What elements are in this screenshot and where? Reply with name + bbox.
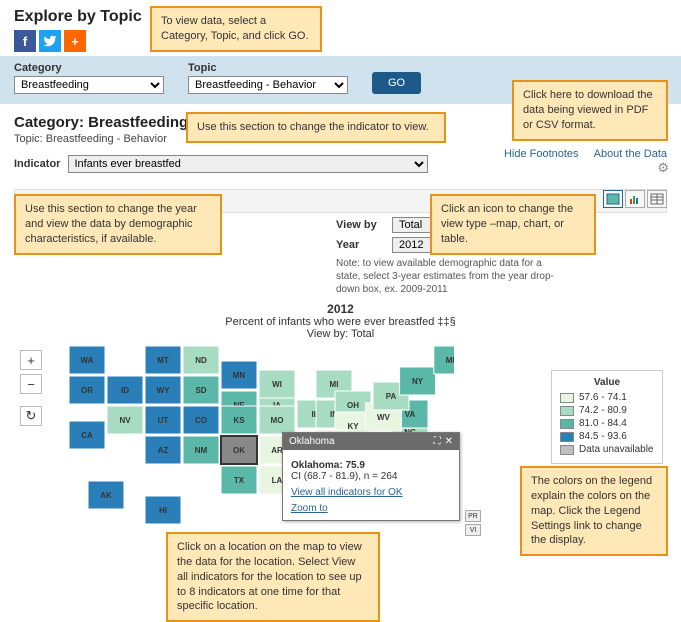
state-ok[interactable] [221, 436, 257, 464]
callout-location: Click on a location on the map to view t… [166, 532, 380, 622]
state-nm[interactable] [183, 436, 219, 464]
state-nd[interactable] [183, 346, 219, 374]
state-tx[interactable] [221, 466, 257, 494]
popup-zoom-link[interactable]: Zoom to [291, 503, 451, 514]
state-me[interactable] [434, 346, 454, 374]
year-label: Year [336, 239, 384, 251]
chart-main-title: Percent of infants who were ever breastf… [0, 316, 681, 328]
state-ny[interactable] [400, 367, 436, 395]
category-label: Category [14, 62, 164, 74]
callout-legend: The colors on the legend explain the col… [520, 466, 668, 556]
topic-select[interactable]: Breastfeeding - Behavior [188, 76, 348, 94]
social-buttons: f + [14, 30, 667, 52]
popup-state: Oklahoma [289, 436, 335, 447]
state-wy[interactable] [145, 376, 181, 404]
category-select[interactable]: Breastfeeding [14, 76, 164, 94]
legend-row: Data unavailable [560, 444, 654, 455]
pr-tile[interactable]: PR [465, 510, 481, 522]
zoom-out-button[interactable]: − [20, 374, 42, 394]
map-legend: Value 57.6 - 74.1 74.2 - 80.9 81.0 - 84.4 8… [551, 370, 663, 464]
viewby-label: View by [336, 219, 384, 231]
gear-icon[interactable]: ⚙ [657, 160, 669, 176]
state-mt[interactable] [145, 346, 181, 374]
facebook-icon[interactable]: f [14, 30, 36, 52]
twitter-icon[interactable] [39, 30, 61, 52]
map-popup: Oklahoma ⛶ ✕ Oklahoma: 75.9 CI (68.7 - 81… [282, 432, 460, 521]
legend-row: 57.6 - 74.1 [560, 392, 654, 403]
state-id[interactable] [107, 376, 143, 404]
page-title: Explore by Topic [14, 8, 667, 26]
state-ks[interactable] [221, 406, 257, 434]
chart-view-icon[interactable] [625, 190, 645, 208]
state-mo[interactable] [259, 406, 295, 434]
state-co[interactable] [183, 406, 219, 434]
popup-header: Oklahoma ⛶ ✕ [283, 433, 459, 450]
state-sd[interactable] [183, 376, 219, 404]
state-wi[interactable] [259, 370, 295, 398]
state-ut[interactable] [145, 406, 181, 434]
popup-all-indicators-link[interactable]: View all indicators for OK [291, 487, 451, 498]
legend-row: 81.0 - 84.4 [560, 418, 654, 429]
about-data-link[interactable]: About the Data [594, 148, 667, 160]
controls-note: Note: to view available demographic data… [336, 257, 556, 296]
vi-tile[interactable]: VI [465, 524, 481, 536]
map-zoom-controls: + − ↻ [20, 350, 42, 430]
legend-title: Value [560, 377, 654, 388]
state-nv[interactable] [107, 406, 143, 434]
hide-footnotes-link[interactable]: Hide Footnotes [504, 148, 579, 160]
state-wa[interactable] [69, 346, 105, 374]
state-hi[interactable] [145, 496, 181, 524]
top-links: Hide Footnotes About the Data [492, 148, 667, 160]
view-type-icons [603, 190, 667, 208]
popup-expand-icon[interactable]: ⛶ [434, 436, 441, 447]
popup-value: Oklahoma: 75.9 [291, 460, 451, 471]
state-or[interactable] [69, 376, 105, 404]
callout-download: Click here to download the data being vi… [512, 80, 668, 141]
callout-select: To view data, select a Category, Topic, … [150, 6, 322, 52]
state-ca[interactable] [69, 421, 105, 449]
indicator-select[interactable]: Infants ever breastfed [68, 155, 428, 173]
popup-ci: CI (68.7 - 81.9), n = 264 [291, 471, 451, 482]
legend-row: 84.5 - 93.6 [560, 431, 654, 442]
share-icon[interactable]: + [64, 30, 86, 52]
state-az[interactable] [145, 436, 181, 464]
popup-close-icon[interactable]: ✕ [445, 436, 453, 447]
reset-map-button[interactable]: ↻ [20, 406, 42, 426]
legend-row: 74.2 - 80.9 [560, 405, 654, 416]
callout-indicator: Use this section to change the indicator… [186, 112, 446, 143]
table-view-icon[interactable] [647, 190, 667, 208]
chart-year: 2012 [0, 302, 681, 316]
callout-viewtype: Click an icon to change the view type –m… [430, 194, 596, 255]
state-mn[interactable] [221, 361, 257, 389]
header: Explore by Topic f + [0, 0, 681, 56]
topic-label: Topic [188, 62, 348, 74]
callout-year: Use this section to change the year and … [14, 194, 222, 255]
indicator-label: Indicator [14, 158, 60, 170]
chart-title: 2012 Percent of infants who were ever br… [0, 302, 681, 340]
map-view-icon[interactable] [603, 190, 623, 208]
state-ak[interactable] [88, 481, 124, 509]
zoom-in-button[interactable]: + [20, 350, 42, 370]
go-button[interactable]: GO [372, 72, 421, 94]
